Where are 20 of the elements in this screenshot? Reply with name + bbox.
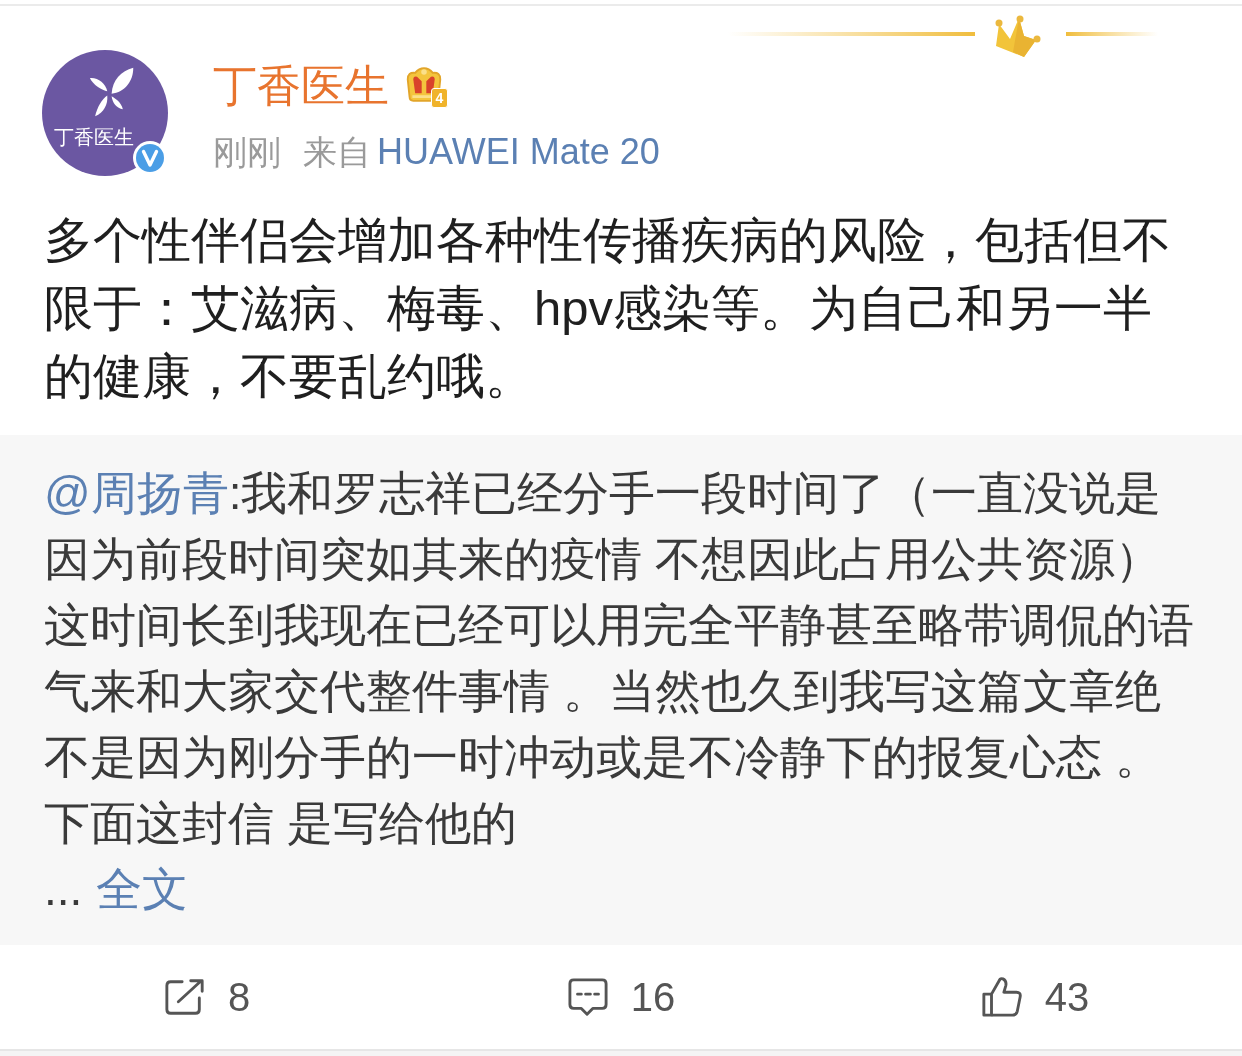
source-label: 来自: [303, 132, 371, 172]
quoted-post-text: @周扬青:我和罗志祥已经分手一段时间了（一直没说是因为前段时间突如其来的疫情 不想因此占用公共资源）这时间长到我现在已经可以用完全平静甚至略带调侃的语气来和大家交代整件事情 。当然也久到我写这篇文章绝不是因为刚分手的一时冲动或是不冷静下的报复心态 。: [44, 466, 1195, 785]
full-text-link[interactable]: 全文: [96, 856, 189, 922]
quoted-post-text: 下面这封信 是写给他的: [44, 796, 518, 851]
share-box-icon: [163, 977, 206, 1017]
ellipsis-text: ...: [44, 862, 83, 917]
logo-avatar[interactable]: 丁香医生: [42, 50, 168, 176]
level-number: 4: [431, 88, 448, 108]
post-text: 多个性伴侣会增加各种性传播疾病的风险，包括但不限于：艾滋病、梅毒、hpv感染等。为自己和另一半的健康，不要乱约哦。: [43, 212, 1172, 405]
like-button[interactable]: 43: [974, 970, 1096, 1024]
post-time: 刚刚: [213, 132, 281, 172]
mention-link[interactable]: @周扬青: [44, 467, 229, 519]
avatar-text: 丁香医生: [54, 125, 134, 149]
source-device-link[interactable]: HUAWEI Mate 20: [377, 132, 660, 172]
thumbs-up-icon: [980, 976, 1023, 1018]
comment-icon: [566, 977, 609, 1017]
author-name-link[interactable]: 丁香医生: [213, 58, 389, 114]
repost-button[interactable]: 8: [157, 970, 257, 1024]
crown-icon: [404, 66, 444, 104]
comment-button[interactable]: 16: [560, 970, 682, 1024]
